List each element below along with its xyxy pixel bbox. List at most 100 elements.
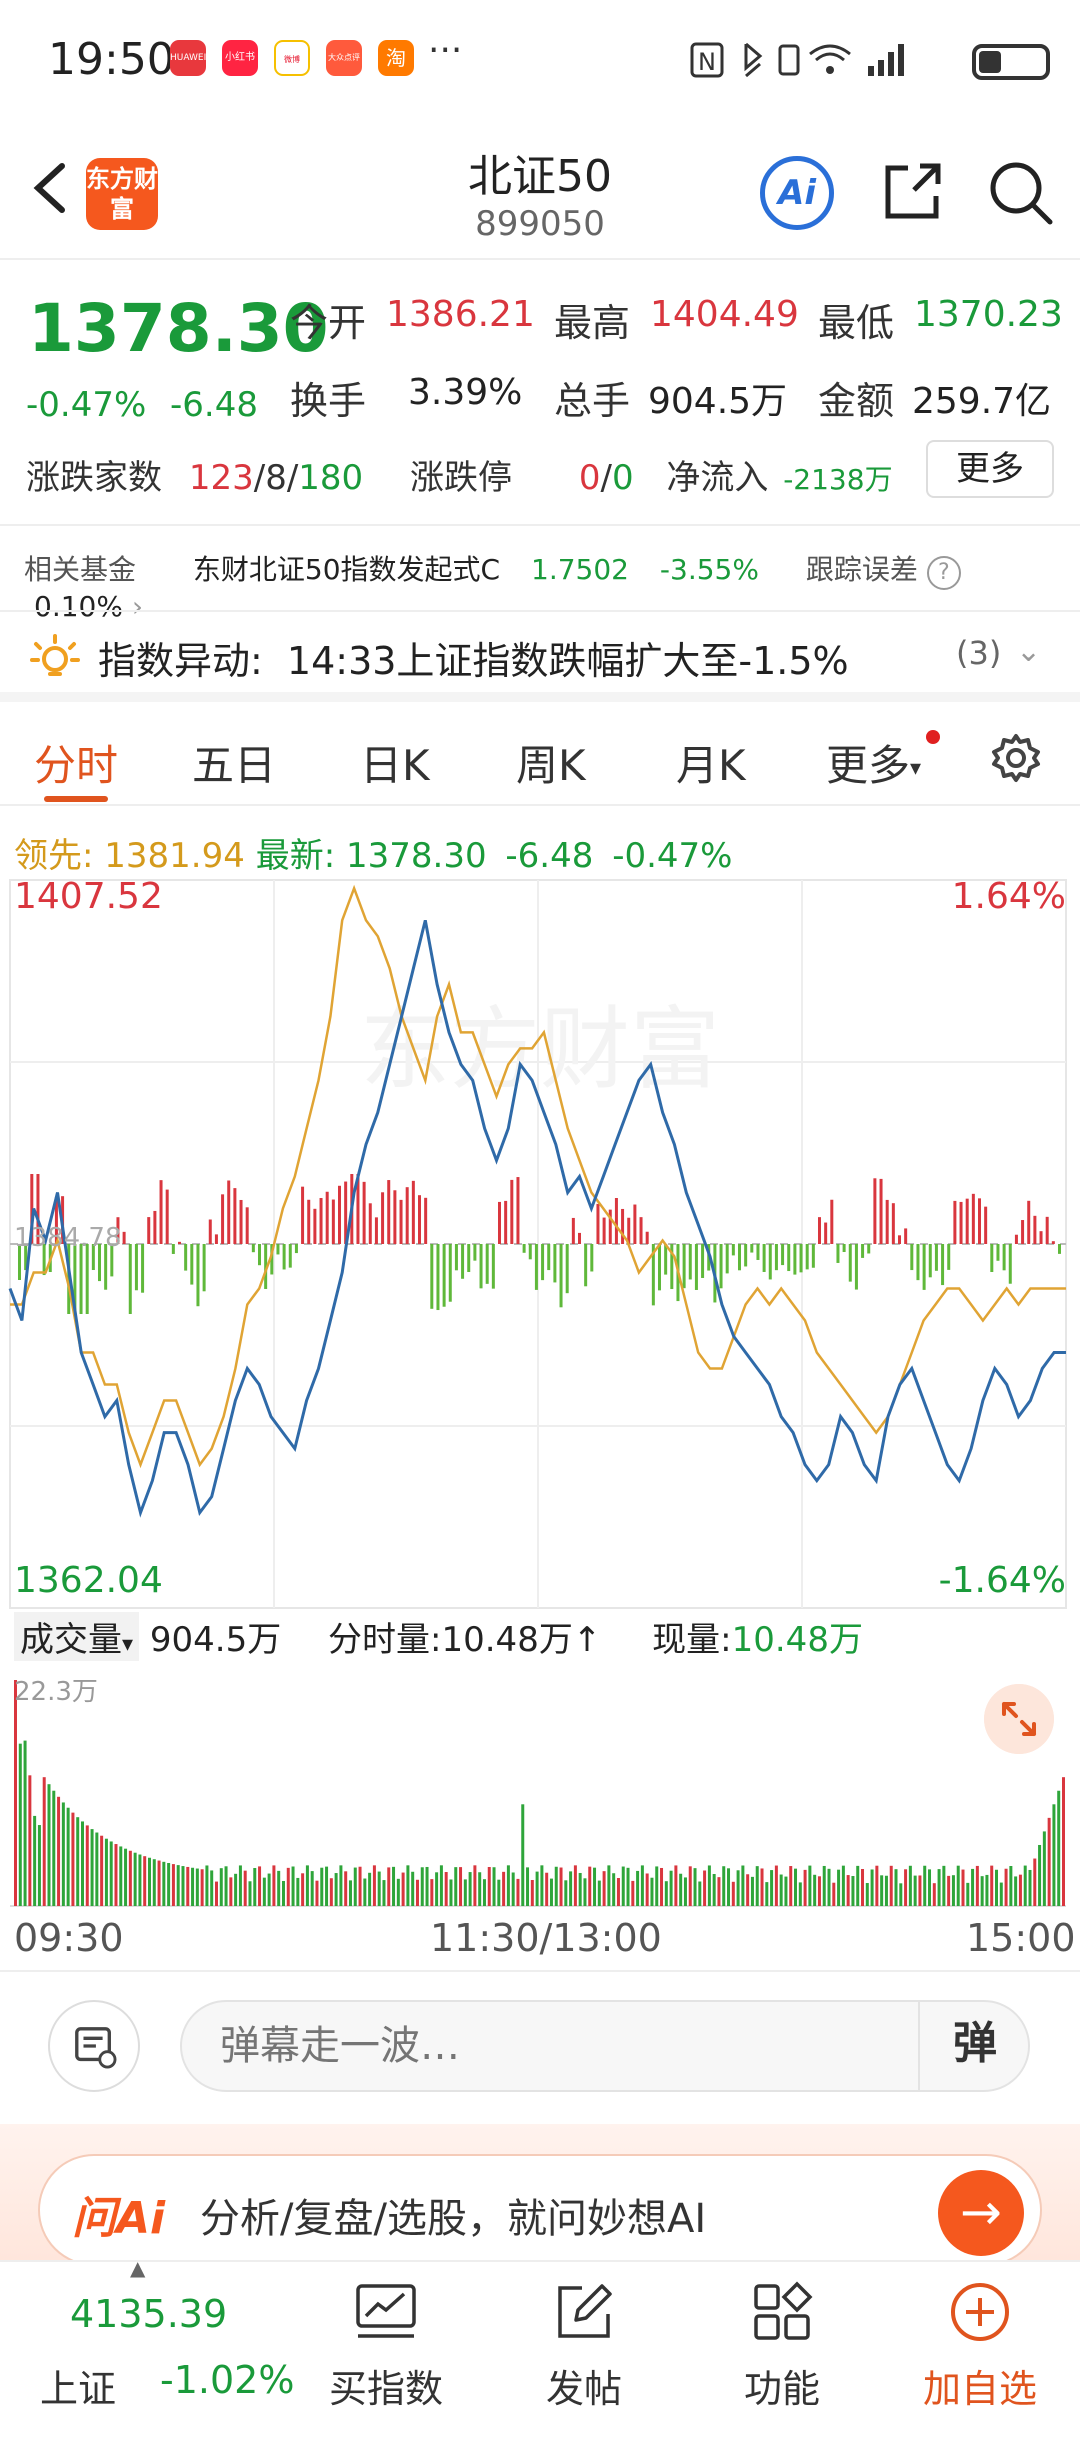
flow-bar	[178, 1241, 181, 1244]
volume-bar	[583, 1878, 587, 1906]
arrow-right-icon[interactable]: →	[938, 2170, 1024, 2256]
signal-icon	[868, 66, 874, 76]
nav-buy-index[interactable]: 买指数	[296, 2358, 476, 2413]
flow-bar	[824, 1222, 828, 1244]
tab-five-day[interactable]: 五日	[192, 732, 276, 793]
volume-bar	[339, 1865, 343, 1906]
chevron-down-icon[interactable]: ⌄	[1016, 634, 1041, 669]
volume-bar	[770, 1870, 774, 1906]
flow-bar	[898, 1235, 901, 1244]
volume-bar	[147, 1857, 151, 1906]
fund-pct: -3.55%	[659, 553, 759, 586]
volume-bar	[439, 1865, 443, 1906]
volume-bar	[549, 1878, 553, 1906]
flow-bar	[688, 1244, 692, 1280]
svg-text:N: N	[698, 48, 716, 76]
barrage-settings-icon[interactable]	[48, 2000, 140, 2092]
volume-bar	[779, 1874, 783, 1906]
nav-add-watchlist[interactable]: 加自选	[890, 2358, 1070, 2413]
ai-brand-logo: 问Ai	[72, 2193, 166, 2244]
tab-intraday[interactable]: 分时	[34, 732, 118, 793]
volume-bar	[133, 1852, 137, 1906]
tab-monthly-k[interactable]: 月K	[676, 732, 746, 793]
nav-post[interactable]: 发帖	[494, 2358, 674, 2413]
intraday-chart[interactable]: 东方财富 1407.52 1.64% 1384.78 1362.04 -1.64…	[0, 870, 1080, 1910]
volume-bar	[171, 1864, 175, 1906]
ai-assistant-icon[interactable]: Ai	[760, 156, 834, 230]
gear-icon[interactable]	[990, 732, 1042, 784]
volume-bar	[234, 1873, 238, 1906]
more-button[interactable]: 更多	[926, 440, 1054, 498]
search-icon[interactable]	[986, 158, 1056, 228]
flow-bar	[227, 1180, 231, 1244]
flow-bar	[301, 1186, 305, 1244]
flow-bar	[830, 1199, 834, 1244]
tab-daily-k[interactable]: 日K	[360, 732, 430, 793]
bluetooth-icon	[744, 42, 763, 78]
volume-bar	[621, 1866, 625, 1906]
volume-bar	[593, 1867, 597, 1906]
volume-bar	[281, 1880, 285, 1906]
barrage-input[interactable]	[180, 2000, 1030, 2092]
taobao-app-icon: 淘	[378, 40, 414, 76]
share-icon[interactable]	[880, 160, 944, 224]
volume-bar	[645, 1873, 649, 1906]
volume-bar	[832, 1882, 836, 1906]
flow-bar	[590, 1244, 594, 1272]
volume-bar	[502, 1871, 506, 1906]
volume-bar	[880, 1875, 884, 1906]
volume-bar	[157, 1860, 161, 1906]
volume-bar	[382, 1880, 386, 1906]
flow-bar	[504, 1200, 508, 1244]
nav-functions[interactable]: 功能	[692, 2358, 872, 2413]
volume-bar	[932, 1883, 936, 1906]
status-bar: 19:50 HUAWEI 小红书 微博 大众点评 淘 ··· N	[0, 0, 1080, 120]
system-status-icons: N	[690, 42, 904, 78]
volume-bar	[444, 1872, 448, 1906]
volume-bar	[674, 1865, 678, 1906]
battery-icon	[972, 44, 1050, 80]
volume-bar	[100, 1835, 104, 1906]
netflow-value: -2138万	[783, 463, 893, 496]
limit-up: 0	[578, 458, 601, 498]
ai-assistant-bar[interactable]: 问Ai 分析/复盘/选股，就问妙想AI →	[38, 2154, 1042, 2266]
help-icon[interactable]: ?	[926, 556, 961, 590]
volume-bar	[545, 1872, 549, 1906]
status-clock: 19:50	[48, 34, 175, 85]
volume-bar	[712, 1873, 716, 1906]
index-alert-row[interactable]: 指数异动: 14:33上证指数跌幅扩大至-1.5% (3) ⌄	[0, 610, 1080, 702]
flow-bar	[147, 1217, 151, 1244]
volume-bar	[348, 1880, 352, 1906]
volume-bar	[870, 1869, 874, 1906]
flow-bar	[978, 1198, 981, 1244]
volume-bar	[387, 1867, 391, 1906]
flow-bar	[368, 1203, 372, 1244]
time-label-close: 15:00	[966, 1916, 1076, 1960]
volume-bar	[942, 1865, 946, 1906]
barrage-send-button[interactable]: 弹	[918, 2000, 1030, 2092]
volume-bar	[186, 1866, 190, 1906]
flow-bar	[245, 1207, 249, 1244]
fund-name[interactable]: 东财北证50指数发起式C	[193, 553, 500, 586]
current-price: 1378.30	[28, 290, 329, 367]
tab-more[interactable]: 更多▾	[826, 732, 921, 793]
flow-bar	[307, 1199, 311, 1244]
flow-bar	[1033, 1215, 1037, 1244]
tab-weekly-k[interactable]: 周K	[516, 732, 586, 793]
volume-bar	[463, 1879, 467, 1906]
flow-bar	[381, 1192, 385, 1244]
expand-icon[interactable]	[984, 1684, 1054, 1754]
fund-nav: 1.7502	[531, 553, 629, 586]
flow-bar	[787, 1244, 791, 1272]
flow-bar	[338, 1185, 341, 1244]
volume-bar	[219, 1868, 223, 1906]
volume-bar	[961, 1869, 965, 1906]
volume-bar	[865, 1883, 869, 1906]
volume-indicator-select[interactable]: 成交量▾	[14, 1612, 140, 1661]
flow-bars	[18, 1174, 1061, 1314]
flow-bar	[891, 1203, 895, 1244]
flow-bar	[171, 1244, 175, 1254]
volume-bar	[47, 1784, 51, 1906]
nav-index-value[interactable]: 4135.39	[70, 2292, 227, 2336]
volume-bar	[377, 1871, 381, 1906]
